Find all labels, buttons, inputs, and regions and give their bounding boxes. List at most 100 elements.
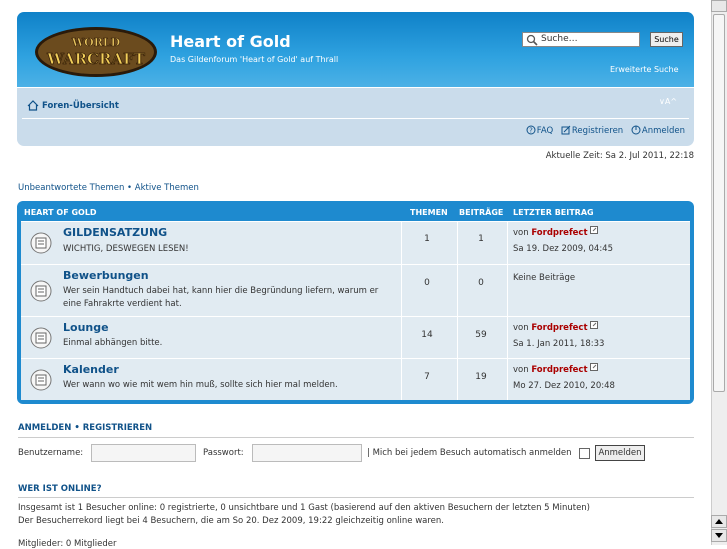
cell-divider — [401, 222, 402, 264]
scroll-down-arrow-button[interactable] — [711, 529, 727, 542]
scroll-up-button[interactable] — [711, 0, 727, 12]
last-post: von Fordprefect Sa 1. Jan 2011, 18:33 — [513, 320, 604, 352]
view-latest-post-icon[interactable] — [590, 363, 599, 372]
cell-divider — [401, 359, 402, 400]
forum-row: Lounge Einmal abhängen bitte. 14 59 von … — [21, 316, 690, 358]
topic-count: 1 — [424, 234, 430, 244]
search-button[interactable]: Suche — [650, 32, 683, 47]
arrow-down-icon — [715, 533, 723, 538]
online-section-title: WER IST ONLINE? — [18, 484, 102, 494]
register-link[interactable]: Registrieren — [561, 126, 626, 136]
cell-divider — [507, 359, 508, 400]
post-count: 1 — [478, 234, 484, 244]
login-label: Anmelden — [641, 125, 685, 136]
forum-description: WICHTIG, DESWEGEN LESEN! — [63, 244, 189, 254]
unanswered-topics-link[interactable]: Unbeantwortete Themen — [18, 183, 124, 193]
last-post-date: Mo 27. Dez 2010, 20:48 — [513, 381, 615, 391]
faq-label: FAQ — [536, 125, 554, 136]
cell-divider — [401, 317, 402, 358]
faq-link[interactable]: ? FAQ — [526, 125, 556, 136]
username-label: Benutzername: — [18, 448, 84, 458]
register-title-link[interactable]: REGISTRIEREN — [83, 423, 152, 433]
arrow-up-icon — [715, 519, 723, 524]
online-stats: Insgesamt ist 1 Besucher online: 0 regis… — [18, 502, 590, 528]
forum-row: Bewerbungen Wer sein Handtuch dabei hat,… — [21, 264, 690, 316]
forum-title[interactable]: Lounge — [63, 321, 109, 334]
forum-read-icon — [30, 232, 52, 254]
navbar: Foren-Übersicht ∨A^ ? FAQ Registrieren An… — [17, 88, 694, 146]
section-divider — [18, 497, 694, 498]
forum-row: Kalender Wer wann wo wie mit wem hin muß… — [21, 358, 690, 400]
advanced-search-link[interactable]: Erweiterte Suche — [610, 65, 679, 74]
forum-read-icon — [30, 327, 52, 349]
cell-divider — [507, 317, 508, 358]
col-header-topics: THEMEN — [410, 208, 448, 217]
section-divider — [18, 437, 694, 438]
forum-description: Wer sein Handtuch dabei hat, kann hier d… — [63, 286, 379, 309]
forum-row: GILDENSATZUNG WICHTIG, DESWEGEN LESEN! 1… — [21, 221, 690, 264]
last-post-prefix: von — [513, 323, 529, 333]
login-icon — [631, 125, 641, 135]
autologin-checkbox[interactable] — [579, 448, 590, 459]
forum-list: HEART OF GOLD THEMEN BEITRÄGE LETZTER BE… — [17, 201, 694, 404]
login-link[interactable]: Anmelden — [631, 125, 685, 136]
post-count: 0 — [478, 278, 484, 288]
home-icon — [27, 100, 39, 111]
login-button[interactable]: Anmelden — [595, 445, 645, 461]
last-post-date: Sa 19. Dez 2009, 04:45 — [513, 244, 613, 254]
forum-title[interactable]: GILDENSATZUNG — [63, 226, 167, 239]
register-icon — [561, 125, 571, 135]
active-topics-link[interactable]: Aktive Themen — [135, 183, 199, 193]
col-header-posts: BEITRÄGE — [459, 208, 504, 217]
quick-links: Unbeantwortete Themen • Aktive Themen — [18, 183, 199, 193]
post-count: 59 — [475, 330, 487, 340]
topic-count: 14 — [421, 330, 433, 340]
login-title-separator: • — [74, 423, 80, 433]
register-label: Registrieren — [571, 125, 624, 136]
last-post-author[interactable]: Fordprefect — [531, 228, 587, 238]
nav-home-link[interactable]: Foren-Übersicht — [27, 100, 119, 111]
site-title[interactable]: Heart of Gold — [170, 32, 291, 51]
cell-divider — [457, 317, 458, 358]
font-size-control[interactable]: ∨A^ — [659, 97, 677, 106]
forum-description: Einmal abhängen bitte. — [63, 338, 163, 348]
forum-title[interactable]: Bewerbungen — [63, 269, 149, 282]
nav-links: ? FAQ Registrieren Anmelden — [521, 125, 685, 136]
last-post-prefix: von — [513, 365, 529, 375]
cell-divider — [457, 222, 458, 264]
login-form: Benutzername: Passwort: | Mich bei jedem… — [18, 444, 694, 464]
svg-text:WARCRAFT: WARCRAFT — [46, 50, 146, 68]
username-field[interactable] — [91, 444, 196, 462]
no-posts-text: Keine Beiträge — [513, 273, 576, 283]
post-count: 19 — [475, 372, 487, 382]
faq-icon: ? — [526, 125, 536, 135]
svg-text:?: ? — [529, 127, 533, 135]
password-label: Passwort: — [203, 448, 244, 458]
site-description: Das Gildenforum 'Heart of Gold' auf Thra… — [170, 55, 339, 64]
login-section-title: ANMELDEN • REGISTRIEREN — [18, 423, 152, 433]
login-title-link[interactable]: ANMELDEN — [18, 423, 71, 433]
online-stats-line: Insgesamt ist 1 Besucher online: 0 regis… — [18, 503, 590, 513]
nav-home-label: Foren-Übersicht — [42, 101, 119, 111]
forum-read-icon — [30, 280, 52, 302]
scroll-up-arrow-button[interactable] — [711, 515, 727, 528]
search-input[interactable]: Suche… — [522, 32, 640, 47]
view-latest-post-icon[interactable] — [590, 226, 599, 235]
last-post-prefix: von — [513, 228, 529, 238]
last-post-date: Sa 1. Jan 2011, 18:33 — [513, 339, 605, 349]
search-icon — [526, 34, 538, 46]
category-title[interactable]: HEART OF GOLD — [24, 208, 97, 217]
cell-divider — [457, 359, 458, 400]
last-post-author[interactable]: Fordprefect — [531, 323, 587, 333]
forum-read-icon — [30, 369, 52, 391]
view-latest-post-icon[interactable] — [590, 321, 599, 330]
forum-description: Wer wann wo wie mit wem hin muß, sollte … — [63, 380, 338, 390]
forum-title[interactable]: Kalender — [63, 363, 119, 376]
last-post-author[interactable]: Fordprefect — [531, 365, 587, 375]
last-post: von Fordprefect Sa 19. Dez 2009, 04:45 — [513, 225, 613, 257]
quick-links-separator: • — [127, 183, 133, 193]
svg-text:WORLD: WORLD — [71, 36, 121, 49]
scroll-thumb[interactable] — [713, 14, 725, 392]
password-field[interactable] — [252, 444, 362, 462]
wow-logo[interactable]: WORLD WARCRAFT — [33, 24, 159, 80]
